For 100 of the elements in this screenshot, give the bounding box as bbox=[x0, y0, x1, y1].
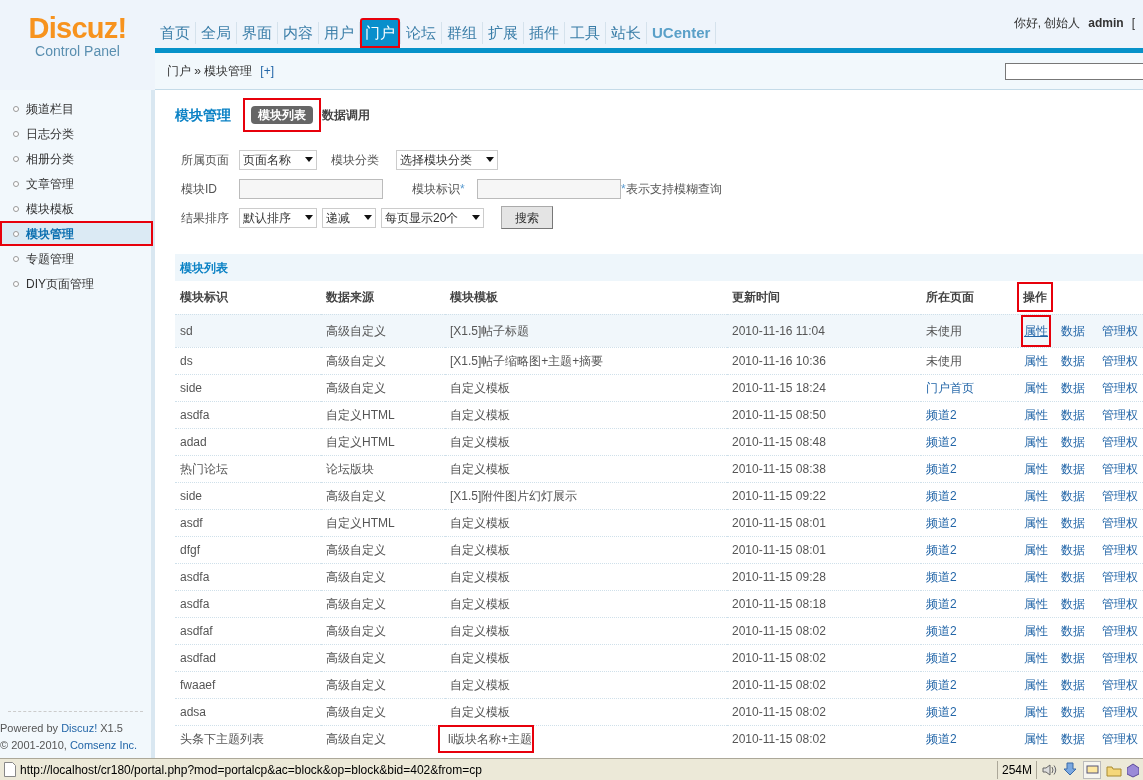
page-link[interactable]: 频道2 bbox=[926, 461, 957, 476]
nav-tab[interactable]: 首页 bbox=[155, 18, 195, 48]
page-link[interactable]: 频道2 bbox=[926, 542, 957, 557]
action-link[interactable]: 数据 bbox=[1058, 702, 1088, 721]
action-link[interactable]: 属性 bbox=[1021, 405, 1051, 424]
action-link[interactable]: 属性 bbox=[1021, 486, 1051, 505]
action-link[interactable]: 数据 bbox=[1058, 675, 1088, 694]
action-link[interactable]: 数据 bbox=[1058, 540, 1088, 559]
nav-tab[interactable]: 站长 bbox=[606, 18, 646, 48]
action-link[interactable]: 数据 bbox=[1058, 405, 1088, 424]
dropdown[interactable]: 页面名称 bbox=[239, 149, 317, 170]
tab[interactable]: 数据调用 bbox=[321, 108, 371, 122]
sidebar-item[interactable]: 专题管理 bbox=[0, 246, 151, 271]
action-link[interactable]: 数据 bbox=[1058, 486, 1088, 505]
sidebar-item[interactable]: 日志分类 bbox=[0, 121, 151, 146]
input-field[interactable] bbox=[239, 178, 383, 199]
action-link[interactable]: 管理权 bbox=[1102, 648, 1138, 667]
action-link[interactable]: 数据 bbox=[1058, 648, 1088, 667]
search-field[interactable] bbox=[1005, 62, 1143, 80]
nav-tab[interactable]: 论坛 bbox=[401, 18, 441, 48]
dropdown[interactable]: 默认排序 bbox=[239, 207, 317, 228]
page-link[interactable]: 频道2 bbox=[926, 596, 957, 611]
page-link[interactable]: 频道2 bbox=[926, 407, 957, 422]
action-link[interactable]: 数据 bbox=[1058, 621, 1088, 640]
action-link[interactable]: 管理权 bbox=[1102, 321, 1138, 340]
nav-tab[interactable]: 扩展 bbox=[483, 18, 523, 48]
action-link[interactable]: 数据 bbox=[1058, 513, 1088, 532]
page-link[interactable]: 频道2 bbox=[926, 434, 957, 449]
action-link[interactable]: 数据 bbox=[1058, 459, 1088, 478]
action-link[interactable]: 属性 bbox=[1021, 540, 1051, 559]
action-link[interactable]: 数据 bbox=[1058, 321, 1088, 340]
sidebar-item[interactable]: 文章管理 bbox=[0, 171, 151, 196]
action-link[interactable]: 数据 bbox=[1058, 432, 1088, 451]
action-link[interactable]: 属性 bbox=[1021, 432, 1051, 451]
action-link[interactable]: 管理权 bbox=[1102, 486, 1138, 505]
page-link[interactable]: 频道2 bbox=[926, 488, 957, 503]
action-link[interactable]: 属性 bbox=[1021, 314, 1051, 347]
action-link[interactable]: 属性 bbox=[1021, 567, 1051, 586]
dropdown[interactable]: 递减 bbox=[322, 207, 376, 228]
nav-tab[interactable]: 群组 bbox=[442, 18, 482, 48]
page-link[interactable]: 频道2 bbox=[926, 515, 957, 530]
page-link[interactable]: 门户首页 bbox=[926, 380, 974, 395]
action-link[interactable]: 管理权 bbox=[1102, 378, 1138, 397]
action-link[interactable]: 属性 bbox=[1021, 459, 1051, 478]
action-link[interactable]: 属性 bbox=[1021, 648, 1051, 667]
action-link[interactable]: 管理权 bbox=[1102, 675, 1138, 694]
speaker-icon[interactable] bbox=[1041, 761, 1057, 778]
action-link[interactable]: 数据 bbox=[1058, 594, 1088, 613]
sidebar-item[interactable]: 频道栏目 bbox=[0, 96, 151, 121]
nav-tab[interactable]: 内容 bbox=[278, 18, 318, 48]
action-link[interactable]: 属性 bbox=[1021, 351, 1051, 370]
action-link[interactable]: 数据 bbox=[1058, 351, 1088, 370]
add-link[interactable]: [+] bbox=[260, 62, 275, 80]
cube-icon[interactable] bbox=[1127, 761, 1139, 778]
page-link[interactable]: 频道2 bbox=[926, 623, 957, 638]
sidebar-item[interactable]: DIY页面管理 bbox=[0, 271, 151, 296]
action-link[interactable]: 管理权 bbox=[1102, 594, 1138, 613]
page-link[interactable]: 频道2 bbox=[926, 704, 957, 719]
action-link[interactable]: 管理权 bbox=[1102, 540, 1138, 559]
page-link[interactable]: 频道2 bbox=[926, 677, 957, 692]
page-link[interactable]: 频道2 bbox=[926, 731, 957, 746]
action-link[interactable]: 属性 bbox=[1021, 378, 1051, 397]
nav-tab[interactable]: 插件 bbox=[524, 18, 564, 48]
dropdown[interactable]: 每页显示20个 bbox=[381, 207, 485, 228]
nav-tab[interactable]: 工具 bbox=[565, 18, 605, 48]
page-link[interactable]: 频道2 bbox=[926, 569, 957, 584]
download-icon[interactable] bbox=[1062, 761, 1078, 778]
action-link[interactable]: 属性 bbox=[1021, 594, 1051, 613]
dropdown[interactable]: 选择模块分类 bbox=[396, 149, 498, 170]
search-button[interactable]: 搜索 bbox=[501, 206, 554, 229]
action-link[interactable]: 管理权 bbox=[1102, 513, 1138, 532]
window-icon[interactable] bbox=[1083, 760, 1101, 779]
nav-tab[interactable]: 全局 bbox=[196, 18, 236, 48]
sidebar-item[interactable]: 模块模板 bbox=[0, 196, 151, 221]
action-link[interactable]: 管理权 bbox=[1102, 405, 1138, 424]
action-link[interactable]: 数据 bbox=[1058, 729, 1088, 748]
action-link[interactable]: 管理权 bbox=[1102, 459, 1138, 478]
action-link[interactable]: 数据 bbox=[1058, 378, 1088, 397]
nav-tab[interactable]: 门户 bbox=[360, 18, 400, 48]
action-link[interactable]: 数据 bbox=[1058, 567, 1088, 586]
action-link[interactable]: 属性 bbox=[1021, 513, 1051, 532]
discuz-link[interactable]: Discuz! bbox=[61, 722, 98, 734]
action-link[interactable]: 属性 bbox=[1021, 729, 1051, 748]
action-link[interactable]: 属性 bbox=[1021, 702, 1051, 721]
sidebar-item[interactable]: 相册分类 bbox=[0, 146, 151, 171]
action-link[interactable]: 管理权 bbox=[1102, 702, 1138, 721]
action-link[interactable]: 管理权 bbox=[1102, 621, 1138, 640]
action-link[interactable]: 管理权 bbox=[1102, 567, 1138, 586]
action-link[interactable]: 管理权 bbox=[1102, 351, 1138, 370]
tab[interactable]: 模块列表 bbox=[251, 106, 313, 124]
page-link[interactable]: 频道2 bbox=[926, 650, 957, 665]
action-link[interactable]: 属性 bbox=[1021, 675, 1051, 694]
nav-tab[interactable]: 用户 bbox=[319, 18, 359, 48]
action-link[interactable]: 属性 bbox=[1021, 621, 1051, 640]
sidebar-item[interactable]: 模块管理 bbox=[0, 221, 153, 246]
comsenz-link[interactable]: Comsenz Inc. bbox=[69, 739, 138, 751]
action-link[interactable]: 管理权 bbox=[1102, 729, 1138, 748]
action-link[interactable]: 管理权 bbox=[1102, 432, 1138, 451]
input-field[interactable] bbox=[477, 178, 621, 199]
nav-tab[interactable]: 界面 bbox=[237, 18, 277, 48]
